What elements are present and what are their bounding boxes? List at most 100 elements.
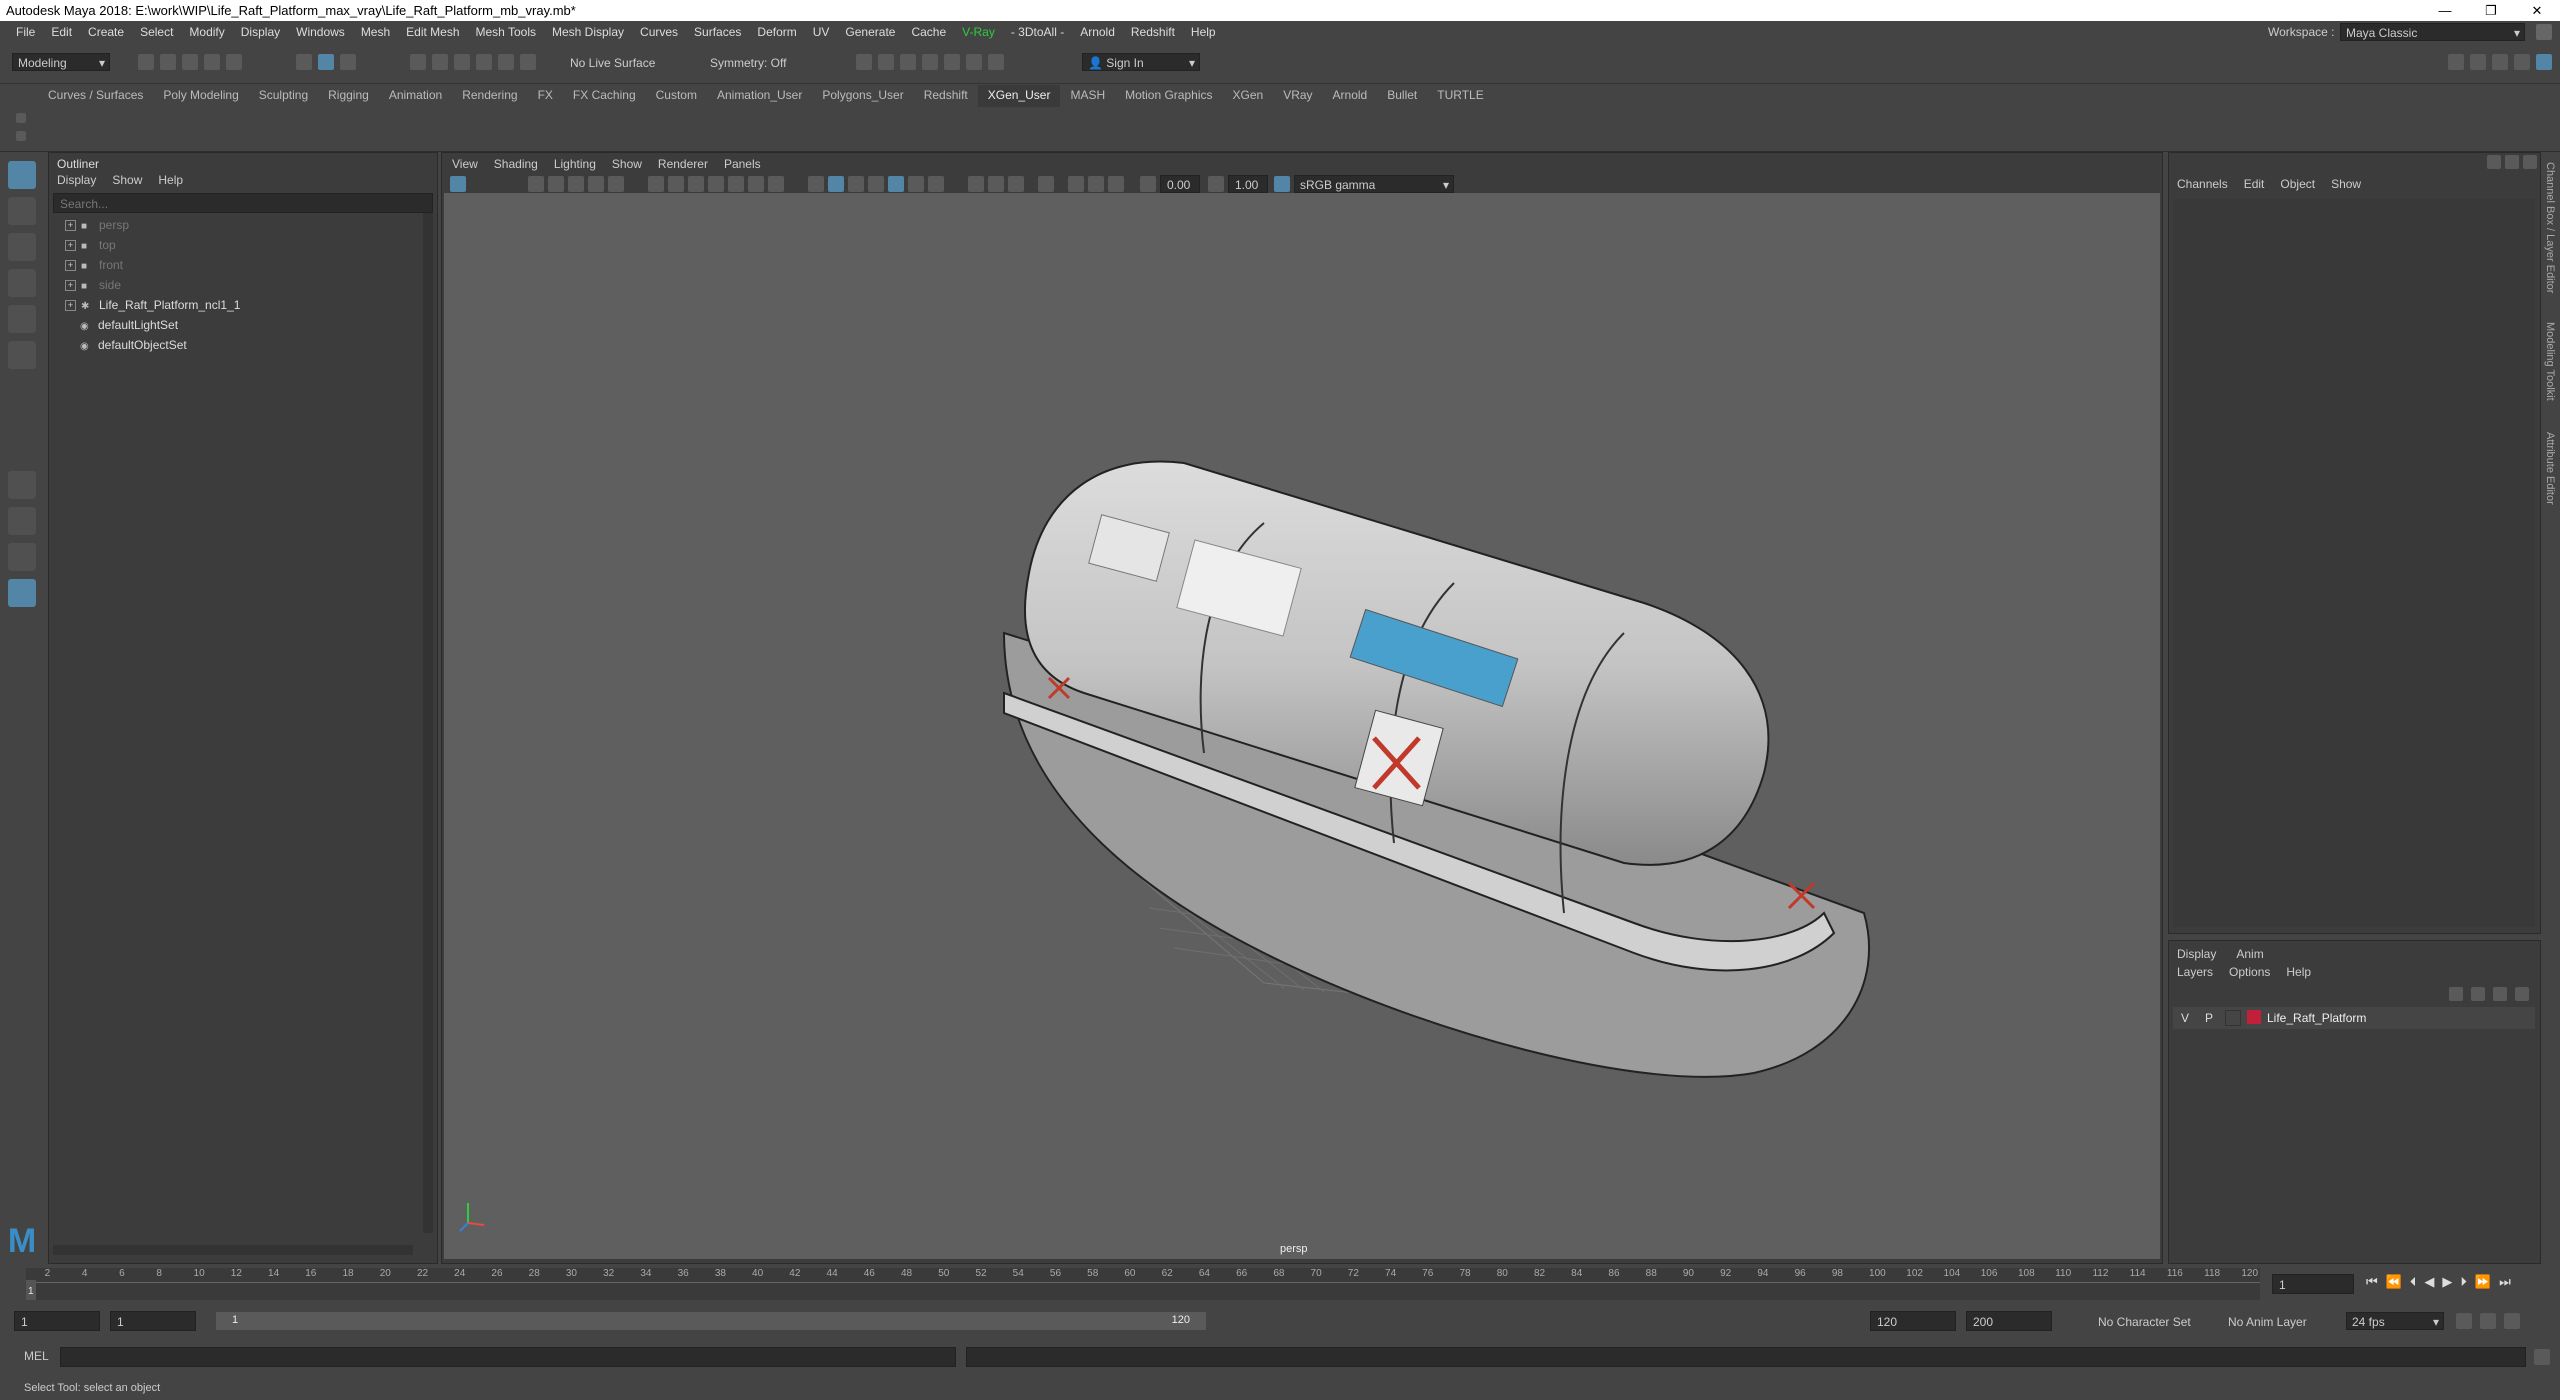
playback-end-field[interactable]: 120 <box>1870 1311 1956 1331</box>
shelf-tab-sculpting[interactable]: Sculpting <box>249 85 318 107</box>
time-slider-track[interactable]: 2 4 6 8 10 12 14 16 18 20 22 24 26 28 30 32 34 36 38 40 42 44… <box>26 1268 2260 1300</box>
mel-label[interactable]: MEL <box>24 1349 49 1363</box>
layer-visibility-toggle[interactable]: V <box>2181 1011 2189 1025</box>
step-back-key-icon[interactable]: ⏪ <box>2386 1274 2402 1290</box>
menu-cache[interactable]: Cache <box>903 25 954 39</box>
shelf-tab-curves-surfaces[interactable]: Curves / Surfaces <box>38 85 153 107</box>
step-forward-key-icon[interactable]: ⏩ <box>2475 1274 2491 1290</box>
menu-uv[interactable]: UV <box>805 25 838 39</box>
four-view-layout-icon[interactable] <box>8 507 36 535</box>
viewport-menu-show[interactable]: Show <box>612 157 642 171</box>
two-d-pan-zoom-icon[interactable] <box>588 176 604 192</box>
menu-windows[interactable]: Windows <box>288 25 353 39</box>
grease-pencil-icon[interactable] <box>608 176 624 192</box>
pause-icon[interactable] <box>988 54 1004 70</box>
color-management-icon[interactable] <box>1274 176 1290 192</box>
expand-icon[interactable]: + <box>65 280 76 292</box>
anim-prefs-icon[interactable] <box>2504 1313 2520 1329</box>
anim-layer-dropdown[interactable]: No Anim Layer <box>2228 1315 2307 1329</box>
menu-edit[interactable]: Edit <box>43 25 80 39</box>
live-surface-label[interactable]: No Live Surface <box>570 56 655 70</box>
outliner-item[interactable]: + ■ persp <box>65 215 425 235</box>
snap-vertex-icon[interactable] <box>520 54 536 70</box>
layer-playback-toggle[interactable]: P <box>2205 1011 2213 1025</box>
menu-mesh-tools[interactable]: Mesh Tools <box>468 25 544 39</box>
snap-view-icon[interactable] <box>476 54 492 70</box>
shelf-tab-xgen[interactable]: XGen <box>1223 85 1274 107</box>
step-forward-frame-icon[interactable]: ⏵ <box>2460 1274 2467 1290</box>
menu-generate[interactable]: Generate <box>837 25 903 39</box>
side-tab-channel-box[interactable]: Channel Box / Layer Editor <box>2544 162 2556 293</box>
camera-attributes-icon[interactable] <box>528 176 544 192</box>
move-layer-down-icon[interactable] <box>2471 987 2485 1001</box>
outliner-item[interactable]: ◉ defaultObjectSet <box>65 335 425 355</box>
menu-mesh-display[interactable]: Mesh Display <box>544 25 632 39</box>
current-frame-marker[interactable]: 1 <box>26 1280 36 1300</box>
viewport-menu-view[interactable]: View <box>452 157 478 171</box>
shelf-tab-poly-modeling[interactable]: Poly Modeling <box>153 85 248 107</box>
menu-select[interactable]: Select <box>132 25 181 39</box>
menu-file[interactable]: File <box>8 25 43 39</box>
save-scene-icon[interactable] <box>182 54 198 70</box>
shelf-tab-arnold[interactable]: Arnold <box>1323 85 1378 107</box>
command-input[interactable] <box>60 1347 956 1367</box>
snap-curve-icon[interactable] <box>432 54 448 70</box>
mode-dropdown[interactable]: Modeling ▾ <box>12 53 110 71</box>
select-tool-icon[interactable] <box>8 161 36 189</box>
exposure-field[interactable]: 0.00 <box>1160 175 1200 193</box>
shelf-gear-icon[interactable] <box>16 131 26 141</box>
character-set-dropdown[interactable]: No Character Set <box>2098 1315 2191 1329</box>
shelf-tab-mash[interactable]: MASH <box>1060 85 1115 107</box>
side-tab-modeling-toolkit[interactable]: Modeling Toolkit <box>2544 322 2556 401</box>
menu-create[interactable]: Create <box>80 25 132 39</box>
toggle-channel-box-icon[interactable] <box>2514 54 2530 70</box>
layer-row[interactable]: V P Life_Raft_Platform <box>2173 1007 2535 1029</box>
xray-joints-icon[interactable] <box>1088 176 1104 192</box>
minimize-button[interactable]: — <box>2422 0 2468 21</box>
time-slider[interactable]: 2 4 6 8 10 12 14 16 18 20 22 24 26 28 30 32 34 36 38 40 42 44… <box>0 1264 2560 1304</box>
workspace-dropdown[interactable]: Maya Classic ▾ <box>2340 23 2525 41</box>
gate-mask-icon[interactable] <box>708 176 724 192</box>
channel-box-menu-show[interactable]: Show <box>2331 177 2361 191</box>
expand-icon[interactable]: + <box>65 240 76 252</box>
toggle-modeling-toolkit-icon[interactable] <box>2448 54 2464 70</box>
close-button[interactable]: ✕ <box>2514 0 2560 21</box>
wireframe-icon[interactable] <box>808 176 824 192</box>
gamma-field[interactable]: 1.00 <box>1228 175 1268 193</box>
bookmark-icon[interactable] <box>548 176 564 192</box>
rotate-tool-icon[interactable] <box>8 305 36 333</box>
fps-dropdown[interactable]: 24 fps ▾ <box>2346 1312 2444 1330</box>
snap-surface-icon[interactable] <box>498 54 514 70</box>
menu-surfaces[interactable]: Surfaces <box>686 25 749 39</box>
shelf-tab-rigging[interactable]: Rigging <box>318 85 379 107</box>
outliner-item[interactable]: + ✱ Life_Raft_Platform_ncl1_1 <box>65 295 425 315</box>
layer-color-swatch[interactable] <box>2247 1010 2261 1024</box>
viewport-menu-shading[interactable]: Shading <box>494 157 538 171</box>
render-view-icon[interactable] <box>856 54 872 70</box>
shelf-tab-xgen-user[interactable]: XGen_User <box>977 85 1061 107</box>
select-hierarchy-icon[interactable] <box>296 54 312 70</box>
menu-v-ray[interactable]: V-Ray <box>954 25 1003 39</box>
select-component-icon[interactable] <box>340 54 356 70</box>
anti-aliasing-icon[interactable] <box>1008 176 1024 192</box>
xray-components-icon[interactable] <box>1108 176 1124 192</box>
viewport-menu-lighting[interactable]: Lighting <box>554 157 596 171</box>
shelf-tab-bullet[interactable]: Bullet <box>1377 85 1427 107</box>
safe-title-icon[interactable] <box>768 176 784 192</box>
shadows-icon[interactable] <box>928 176 944 192</box>
film-gate-icon[interactable] <box>668 176 684 192</box>
shelf-tab-vray[interactable]: VRay <box>1273 85 1322 107</box>
render-settings-icon[interactable] <box>922 54 938 70</box>
shelf-tab-fx[interactable]: FX <box>528 85 563 107</box>
image-plane-icon[interactable] <box>568 176 584 192</box>
menu-edit-mesh[interactable]: Edit Mesh <box>398 25 467 39</box>
current-frame-field[interactable]: 1 <box>2272 1274 2354 1294</box>
shelf-tab-motion-graphics[interactable]: Motion Graphics <box>1115 85 1222 107</box>
toggle-tool-settings-icon[interactable] <box>2492 54 2508 70</box>
shelf-tab-animation-user[interactable]: Animation_User <box>707 85 812 107</box>
redo-icon[interactable] <box>226 54 242 70</box>
auto-key-icon[interactable] <box>2480 1313 2496 1329</box>
outliner-search-input[interactable]: Search... <box>53 193 433 213</box>
new-layer-selected-icon[interactable] <box>2515 987 2529 1001</box>
menu-mesh[interactable]: Mesh <box>353 25 398 39</box>
